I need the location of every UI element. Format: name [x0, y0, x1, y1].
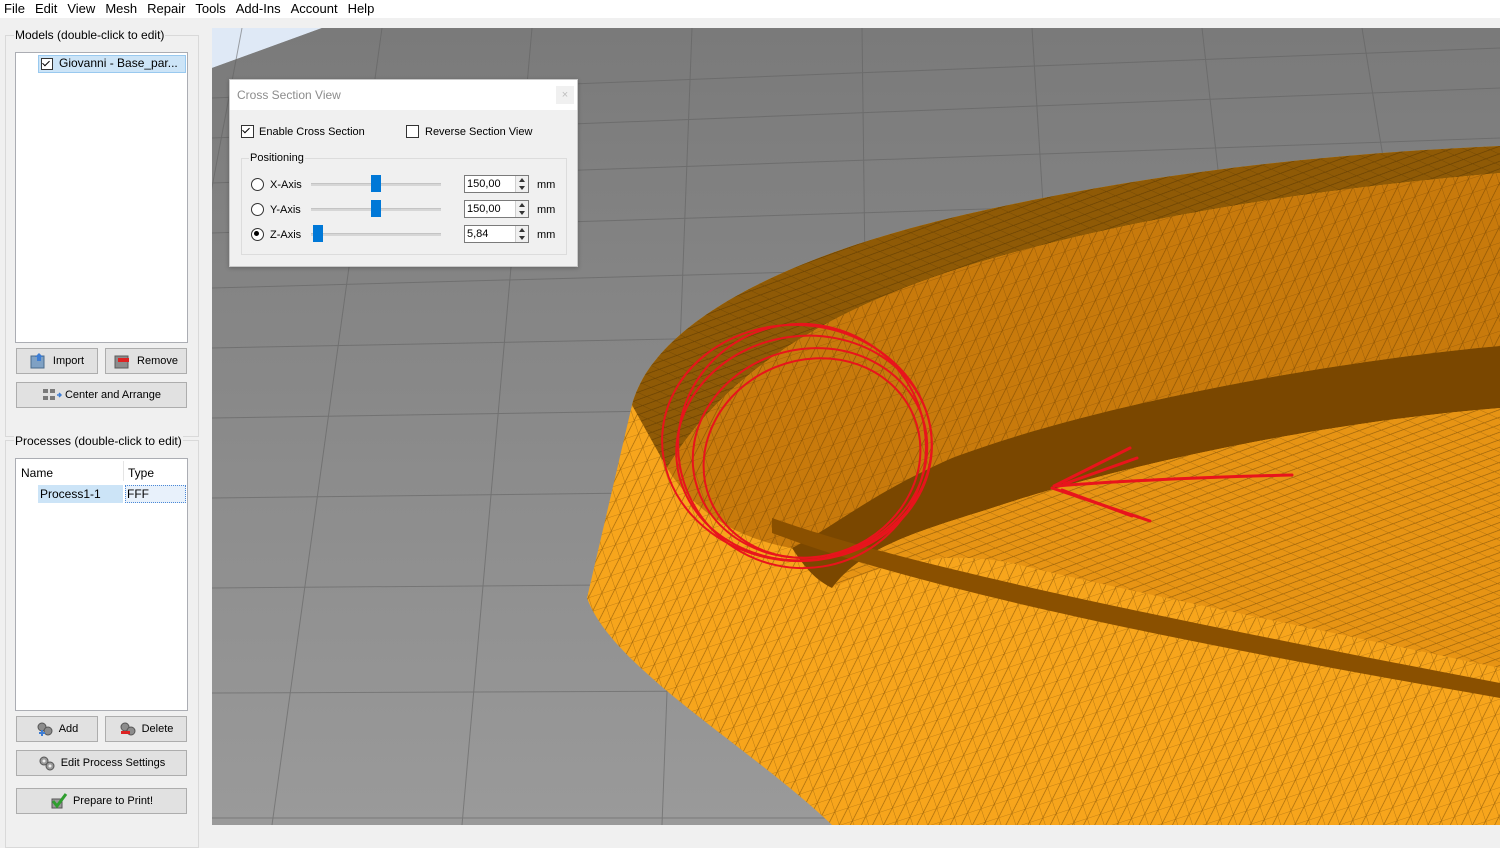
z-axis-slider-track[interactable]	[311, 233, 441, 236]
column-header-name[interactable]: Name	[21, 466, 53, 480]
y-axis-label: Y-Axis	[270, 204, 301, 216]
process-name: Process1-1	[40, 487, 101, 501]
model-visibility-checkbox[interactable]	[41, 58, 53, 70]
delete-icon	[119, 721, 137, 737]
checkmark-icon	[50, 793, 68, 809]
left-panel: Models (double-click to edit) Giovanni -…	[0, 18, 210, 848]
prepare-to-print-button[interactable]: Prepare to Print!	[16, 788, 187, 814]
menu-add-ins[interactable]: Add-Ins	[232, 0, 287, 18]
z-axis-unit: mm	[537, 229, 556, 241]
menu-edit[interactable]: Edit	[31, 0, 63, 18]
y-axis-radio[interactable]	[251, 203, 264, 216]
center-arrange-button[interactable]: Center and Arrange	[16, 382, 187, 408]
delete-label: Delete	[141, 723, 174, 735]
x-axis-label: X-Axis	[270, 179, 302, 191]
remove-button[interactable]: Remove	[105, 348, 187, 374]
z-axis-spin-arrows[interactable]	[515, 226, 528, 242]
menu-tools[interactable]: Tools	[191, 0, 231, 18]
positioning-label: Positioning	[249, 152, 305, 164]
remove-icon	[114, 353, 132, 369]
z-axis-radio[interactable]	[251, 228, 264, 241]
x-axis-unit: mm	[537, 179, 556, 191]
add-label: Add	[58, 723, 79, 735]
column-divider	[123, 461, 124, 481]
cross-section-dialog: Cross Section View × Enable Cross Sectio…	[229, 79, 578, 267]
models-group-title: Models (double-click to edit)	[14, 28, 166, 42]
x-axis-spin-arrows[interactable]	[515, 176, 528, 192]
add-icon	[36, 721, 54, 737]
process-type: FFF	[127, 487, 149, 501]
processes-group-title: Processes (double-click to edit)	[14, 434, 183, 448]
x-axis-radio[interactable]	[251, 178, 264, 191]
prepare-label: Prepare to Print!	[72, 795, 154, 807]
add-process-button[interactable]: Add	[16, 716, 98, 742]
x-axis-slider-thumb[interactable]	[371, 175, 381, 192]
x-axis-value-input[interactable]: 150,00	[464, 175, 529, 193]
models-list[interactable]: Giovanni - Base_par...	[15, 52, 188, 343]
menu-bar: File Edit View Mesh Repair Tools Add-Ins…	[0, 0, 1500, 18]
menu-view[interactable]: View	[63, 0, 101, 18]
close-icon[interactable]: ×	[556, 86, 574, 104]
model-name: Giovanni - Base_par...	[59, 56, 178, 70]
y-axis-slider-thumb[interactable]	[371, 200, 381, 217]
z-axis-label: Z-Axis	[270, 229, 302, 241]
edit-process-label: Edit Process Settings	[60, 757, 166, 769]
remove-label: Remove	[137, 355, 178, 367]
x-axis-value: 150,00	[467, 178, 501, 190]
processes-table[interactable]: Name Type Process1-1 FFF	[15, 458, 188, 711]
y-axis-value-input[interactable]: 150,00	[464, 200, 529, 218]
dialog-titlebar[interactable]: Cross Section View ×	[230, 80, 577, 110]
arrange-icon	[42, 387, 63, 403]
menu-file[interactable]: File	[0, 0, 31, 18]
z-axis-slider-thumb[interactable]	[313, 225, 323, 242]
z-axis-value: 5,84	[467, 228, 489, 240]
z-axis-value-input[interactable]: 5,84	[464, 225, 529, 243]
y-axis-unit: mm	[537, 204, 556, 216]
y-axis-spin-arrows[interactable]	[515, 201, 528, 217]
import-label: Import	[52, 355, 85, 367]
center-arrange-label: Center and Arrange	[64, 389, 161, 401]
menu-repair[interactable]: Repair	[143, 0, 191, 18]
column-header-type[interactable]: Type	[128, 466, 154, 480]
reverse-section-label: Reverse Section View	[425, 126, 533, 138]
enable-cross-section-checkbox[interactable]	[241, 125, 254, 138]
import-icon	[30, 353, 48, 369]
enable-cross-section-label: Enable Cross Section	[259, 126, 365, 138]
menu-mesh[interactable]: Mesh	[101, 0, 143, 18]
import-button[interactable]: Import	[16, 348, 98, 374]
menu-account[interactable]: Account	[287, 0, 344, 18]
table-row[interactable]: Process1-1 FFF	[38, 485, 186, 503]
edit-process-settings-button[interactable]: Edit Process Settings	[16, 750, 187, 776]
dialog-title: Cross Section View	[237, 88, 341, 102]
delete-process-button[interactable]: Delete	[105, 716, 187, 742]
reverse-section-checkbox[interactable]	[406, 125, 419, 138]
settings-gears-icon	[38, 755, 56, 771]
y-axis-value: 150,00	[467, 203, 501, 215]
menu-help[interactable]: Help	[344, 0, 381, 18]
